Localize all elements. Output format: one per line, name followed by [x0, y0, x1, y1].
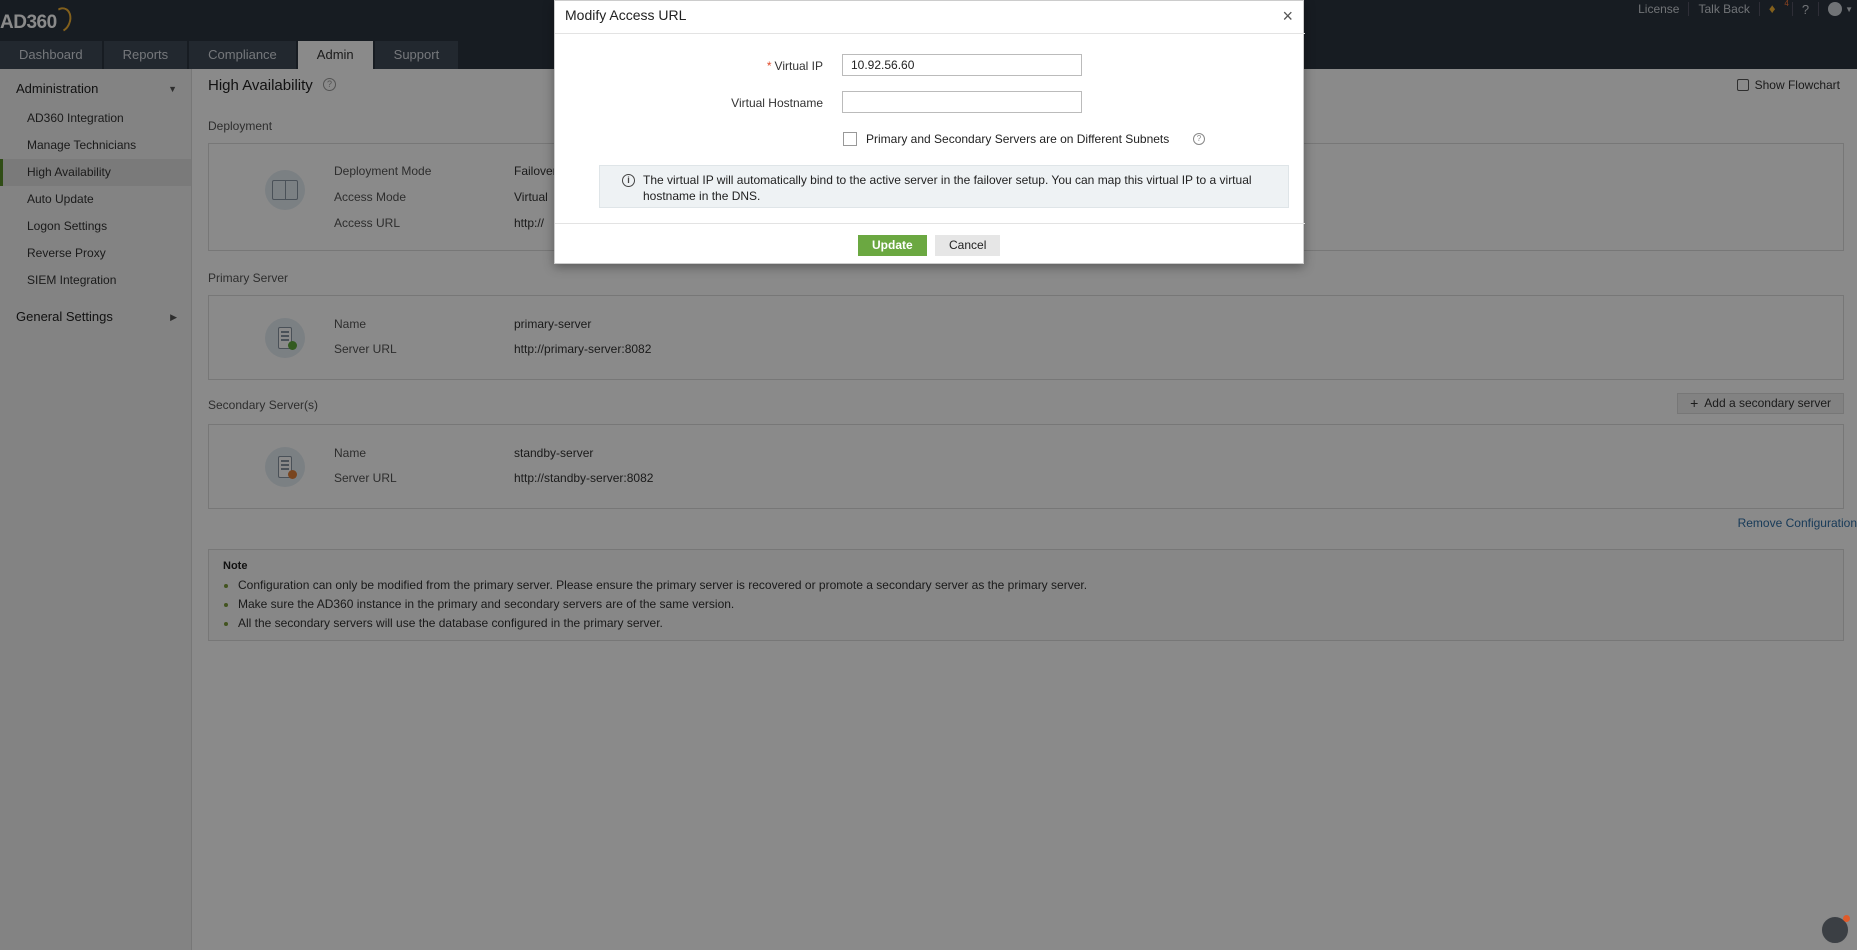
- virtual-hostname-input[interactable]: [842, 91, 1082, 113]
- different-subnets-checkbox[interactable]: [843, 132, 857, 146]
- virtual-ip-input[interactable]: [842, 54, 1082, 76]
- different-subnets-label[interactable]: Primary and Secondary Servers are on Dif…: [866, 132, 1169, 146]
- info-message-text: The virtual IP will automatically bind t…: [643, 173, 1252, 203]
- update-button[interactable]: Update: [858, 235, 927, 256]
- required-marker: *: [766, 59, 772, 73]
- modify-access-url-dialog: Modify Access URL × *Virtual IP Virtual …: [554, 0, 1305, 264]
- divider: [555, 223, 1305, 224]
- chat-support-icon[interactable]: [1821, 915, 1850, 944]
- virtual-hostname-label: Virtual Hostname: [731, 96, 823, 110]
- help-icon[interactable]: ?: [1193, 133, 1205, 145]
- virtual-ip-label: * Virtual IP: [767, 59, 823, 73]
- close-icon[interactable]: ×: [1282, 7, 1293, 25]
- divider: [555, 33, 1305, 34]
- info-message-box: i The virtual IP will automatically bind…: [599, 165, 1289, 208]
- info-icon: i: [622, 174, 635, 187]
- virtual-ip-label-text: Virtual IP: [774, 59, 823, 73]
- cancel-button[interactable]: Cancel: [935, 235, 1001, 256]
- dialog-title: Modify Access URL: [565, 7, 687, 23]
